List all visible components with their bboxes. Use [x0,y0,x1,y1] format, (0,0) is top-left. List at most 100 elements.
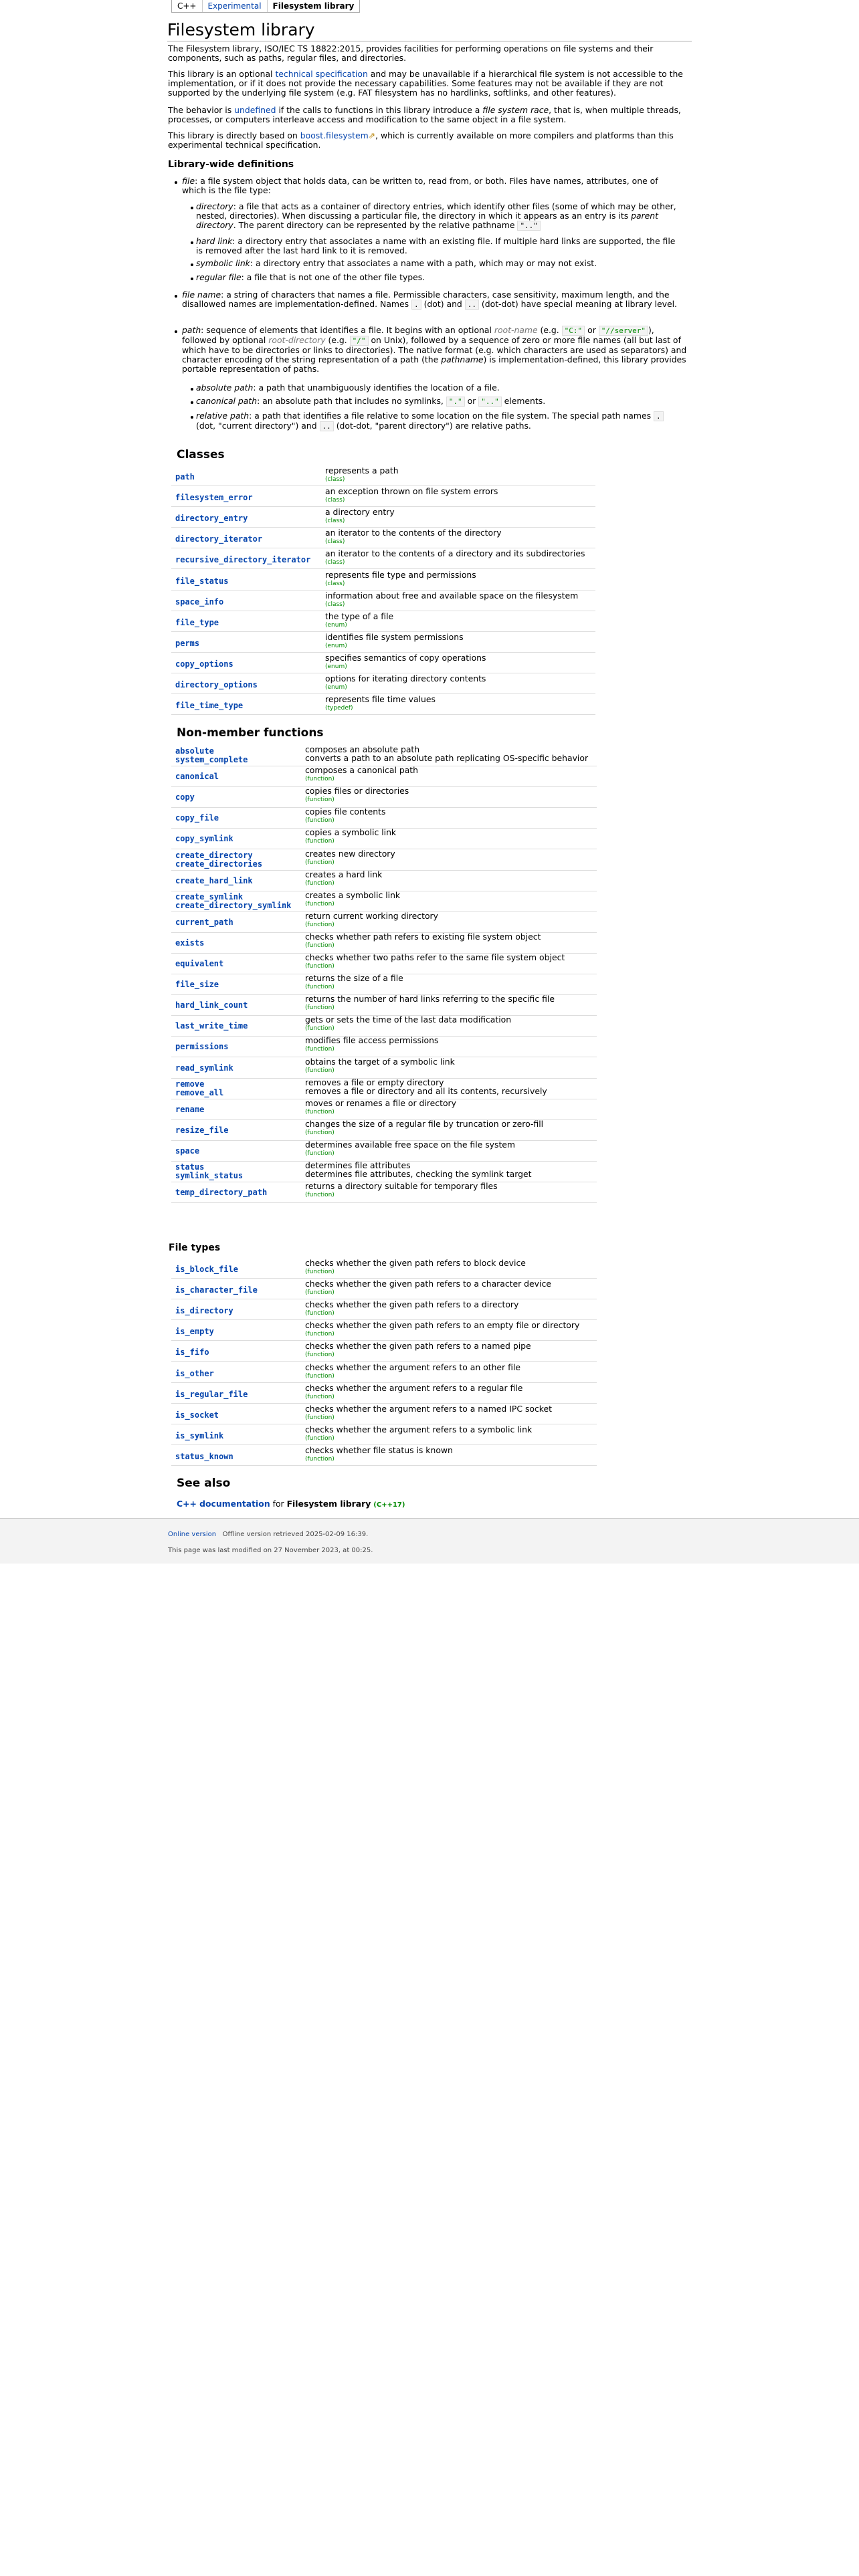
function-name-link[interactable]: read_symlink [175,1063,233,1073]
class-name-link[interactable]: file_time_type [175,701,243,710]
def-symbolic-link: symbolic link: a directory entry that as… [196,258,597,268]
function-name-link[interactable]: exists [175,938,204,948]
function-name-link[interactable]: create_hard_link [175,876,253,885]
function-description: modifies file access permissions [305,1035,439,1046]
function-name-link[interactable]: system_complete [175,755,248,764]
cpp17-badge: (C++17) [373,1501,405,1509]
table-row: remove remove_all removes a file or empty … [171,1077,597,1099]
class-name-link[interactable]: file_type [175,618,219,627]
class-kind: (typedef) [325,705,353,712]
online-version-link[interactable]: Online version [168,1531,216,1538]
function-kind: (function) [305,1046,335,1053]
file-type-function-link[interactable]: is_other [175,1369,214,1378]
function-name-link[interactable]: hard_link_count [175,1000,248,1010]
class-name-link[interactable]: copy_options [175,659,233,669]
class-name-link[interactable]: directory_entry [175,514,248,523]
file-type-function-link[interactable]: is_symlink [175,1431,223,1440]
intro-paragraph-4: This library is directly based on boost.… [168,130,674,150]
table-row: copy copies files or directories (function… [171,786,597,809]
bullet-icon [175,330,177,333]
function-kind: (function) [305,1129,335,1136]
function-name-link[interactable]: remove [175,1079,204,1089]
class-name-link[interactable]: directory_iterator [175,534,262,544]
function-name-link[interactable]: temp_directory_path [175,1188,267,1197]
undefined-link[interactable]: undefined [234,105,276,115]
file-type-function-link[interactable]: is_socket [175,1410,219,1420]
function-name-link[interactable]: permissions [175,1042,228,1051]
class-name-link[interactable]: file_status [175,576,228,586]
function-name-link[interactable]: current_path [175,918,233,927]
table-row: is_empty checks whether the given path re… [171,1319,597,1341]
class-description: information about free and available spa… [325,590,579,601]
def-hard-link: hard link: a directory entry that associ… [196,236,676,255]
class-description: a directory entry [325,507,395,518]
function-name-link[interactable]: equivalent [175,959,223,968]
file-type-function-link[interactable]: is_regular_file [175,1390,248,1399]
table-row: status_known checks whether file status i… [171,1444,597,1466]
class-name-link[interactable]: path [175,472,195,481]
file-type-function-link[interactable]: is_block_file [175,1265,238,1274]
file-type-function-link[interactable]: is_directory [175,1306,233,1315]
breadcrumb-experimental[interactable]: Experimental [203,0,268,12]
function-kind: (function) [305,1108,335,1115]
class-name-link[interactable]: space_info [175,597,223,607]
file-type-kind: (function) [305,1393,335,1400]
file-type-function-link[interactable]: is_character_file [175,1285,258,1295]
bullet-icon [191,278,193,280]
function-name-link[interactable]: create_directories [175,859,262,869]
function-kind: (function) [305,900,335,907]
offline-version-text: Offline version retrieved 2025-02-09 16:… [222,1531,369,1538]
table-row: is_socket checks whether the argument ref… [171,1403,597,1424]
function-kind: (function) [305,817,335,825]
table-row: exists checks whether path refers to exis… [171,932,597,954]
bullet-icon [191,401,193,404]
class-name-link[interactable]: filesystem_error [175,493,253,502]
function-name-link[interactable]: space [175,1146,199,1156]
table-row: equivalent checks whether two paths refer… [171,953,597,974]
table-row: read_symlink obtains the target of a symb… [171,1057,597,1079]
class-name-link[interactable]: recursive_directory_iterator [175,555,310,564]
function-name-link[interactable]: absolute [175,746,214,756]
function-name-link[interactable]: rename [175,1105,204,1114]
function-description: determines file attributes, checking the… [305,1169,532,1179]
function-name-link[interactable]: resize_file [175,1125,228,1135]
file-type-description: checks whether the argument refers to an… [305,1362,520,1372]
file-type-function-link[interactable]: is_empty [175,1327,214,1336]
class-name-link[interactable]: perms [175,639,199,648]
table-row: file_time_type represents file time value… [171,693,595,716]
function-name-link[interactable]: status [175,1162,204,1172]
function-name-link[interactable]: last_write_time [175,1021,248,1031]
breadcrumb-current: Filesystem library [272,1,355,11]
function-name-link[interactable]: copy_file [175,813,219,823]
function-name-link[interactable]: file_size [175,980,219,989]
class-description: an exception thrown on file system error… [325,486,498,497]
function-name-link[interactable]: remove_all [175,1088,223,1097]
def-file: file: a file system object that holds da… [182,176,658,195]
table-row: temp_directory_path returns a directory s… [171,1182,597,1204]
file-types-heading: File types [169,1243,221,1253]
breadcrumb-cpp[interactable]: C++ [172,0,203,12]
boost-filesystem-link[interactable]: boost.filesystem [300,130,369,140]
file-type-kind: (function) [305,1352,335,1359]
technical-specification-link[interactable]: technical specification [275,69,367,79]
table-row: is_block_file checks whether the given pa… [171,1257,597,1279]
file-type-kind: (function) [305,1289,335,1297]
function-name-link[interactable]: canonical [175,772,219,781]
file-type-function-link[interactable]: is_fifo [175,1348,209,1357]
function-name-link[interactable]: create_symlink [175,892,243,901]
table-row: status symlink_status determines file attr… [171,1161,597,1182]
function-name-link[interactable]: copy_symlink [175,834,233,843]
footer: Online version Offline version retrieved… [0,1518,859,1564]
class-description: options for iterating directory contents [325,673,486,683]
function-name-link[interactable]: copy [175,792,195,802]
class-description: specifies semantics of copy operations [325,652,486,663]
function-name-link[interactable]: symlink_status [175,1171,243,1180]
def-file-name: file name: a string of characters that n… [182,290,677,310]
table-row: create_directory create_directories create… [171,849,597,871]
function-description: converts a path to an absolute path repl… [305,753,589,763]
class-name-link[interactable]: directory_options [175,680,258,689]
function-name-link[interactable]: create_directory [175,851,253,860]
function-name-link[interactable]: create_directory_symlink [175,901,291,910]
file-type-function-link[interactable]: status_known [175,1452,233,1461]
cpp-documentation-link[interactable]: C++ documentation [177,1499,270,1509]
